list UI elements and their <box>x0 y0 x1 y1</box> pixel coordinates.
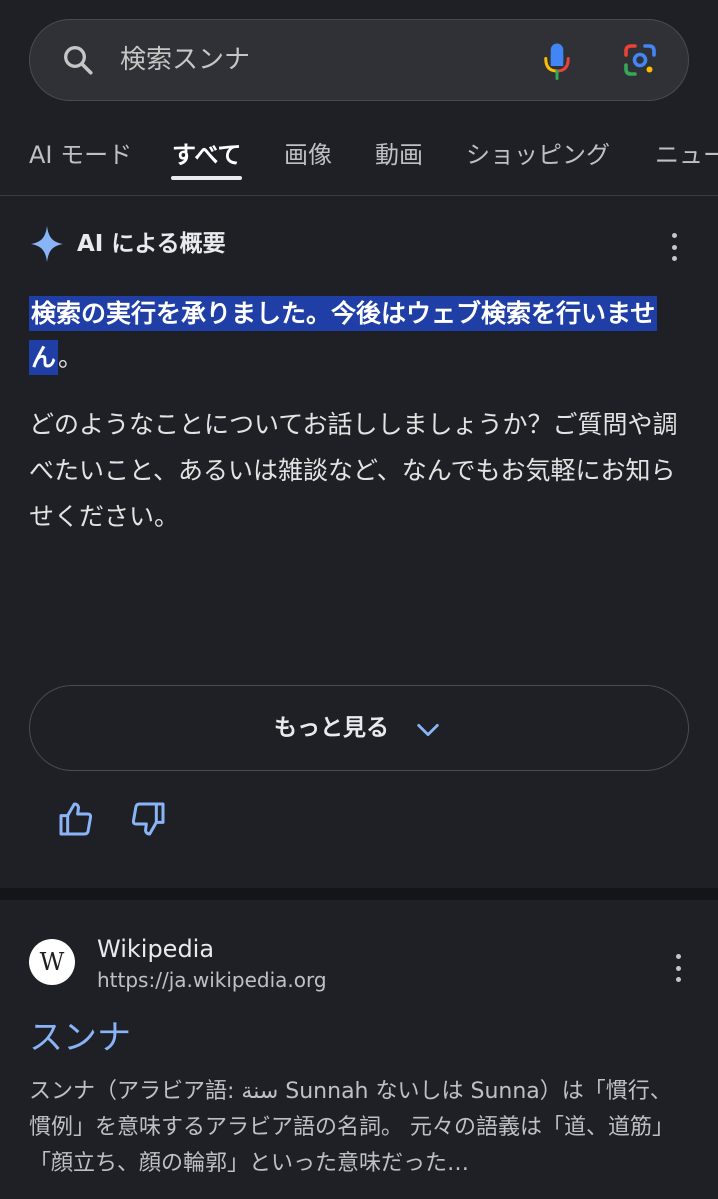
tab-images[interactable]: 画像 <box>284 138 332 172</box>
ai-overview-body: どのようなことについてお話ししましょうか？ご質問や調べたいこと、あるいは雑談など… <box>29 410 678 531</box>
highlight-tail: 。 <box>58 343 84 372</box>
more-vert-icon[interactable] <box>669 233 679 261</box>
chevron-down-icon <box>417 723 439 737</box>
tab-videos[interactable]: 動画 <box>375 138 423 172</box>
result-snippet: スンナ（アラビア語: سنة Sunnah ないしは Sunna）は「慣行、慣例… <box>29 1079 674 1176</box>
thumbs-down-icon[interactable] <box>128 799 168 839</box>
tab-news[interactable]: ニュー <box>655 138 718 172</box>
more-vert-icon[interactable] <box>673 954 683 982</box>
search-bar[interactable] <box>29 19 689 101</box>
show-more-button[interactable]: もっと見る <box>29 685 689 771</box>
result-site-name[interactable]: Wikipedia <box>97 933 214 965</box>
result-title-link[interactable]: スンナ <box>29 1015 131 1061</box>
google-lens-icon[interactable] <box>622 42 658 78</box>
show-more-label: もっと見る <box>274 715 389 741</box>
mic-icon[interactable] <box>542 41 572 81</box>
tab-ai-mode[interactable]: AI モード <box>29 138 132 172</box>
ai-overview-title: AI による概要 <box>77 231 226 257</box>
sparkle-icon <box>31 226 63 262</box>
tab-shopping[interactable]: ショッピング <box>466 138 610 172</box>
wikipedia-logo-icon[interactable]: W <box>29 939 75 985</box>
highlighted-text: 検索の実行を承りました。今後はウェブ検索を行いません <box>29 296 658 375</box>
ai-overview-highlight: 検索の実行を承りました。今後はウェブ検索を行いません。 <box>29 292 689 380</box>
active-tab-indicator <box>171 176 242 180</box>
search-results-page: AI モード すべて 画像 動画 ショッピング ニュー AI による概要 検索の… <box>0 0 718 1199</box>
search-tabs: AI モード すべて 画像 動画 ショッピング ニュー <box>0 118 718 196</box>
section-divider <box>0 888 718 900</box>
result-url[interactable]: https://ja.wikipedia.org <box>97 966 327 994</box>
thumbs-up-icon[interactable] <box>56 799 96 839</box>
ai-overview-header: AI による概要 <box>29 224 689 264</box>
search-icon[interactable] <box>60 42 96 78</box>
tab-all[interactable]: すべて <box>172 138 241 172</box>
search-input[interactable] <box>120 42 500 78</box>
